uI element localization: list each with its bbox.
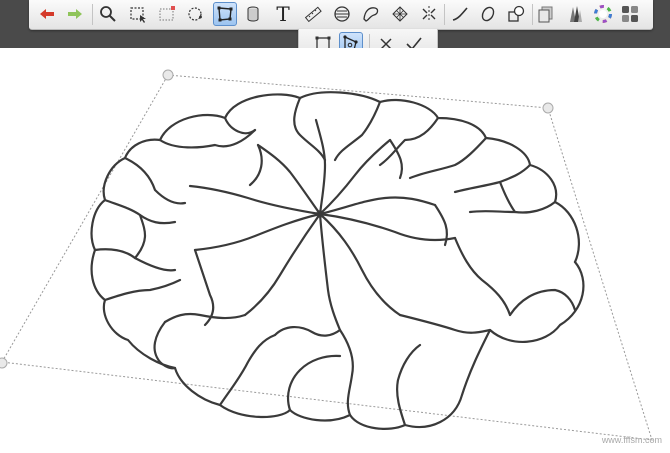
brushes-button[interactable] [563,2,587,26]
french-curve-icon [363,7,379,22]
stroke-button[interactable] [448,2,472,26]
layers-button[interactable] [534,2,558,26]
layers-icon [538,6,553,23]
undo-icon [40,9,54,19]
undo-button[interactable] [35,2,59,26]
perspective-grid-button[interactable] [388,2,412,26]
color-wheel-icon [594,5,612,23]
layers-shape-icon [508,5,525,22]
transform-bounds [1,74,653,441]
toolbar-divider [532,4,533,25]
color-wheel-button[interactable] [591,2,615,26]
redo-icon [68,9,82,19]
brain-strokes [90,91,585,430]
brushes-icon [570,6,582,22]
cylinder-icon [247,6,259,22]
lasso-move-button[interactable] [184,2,208,26]
french-curve-button[interactable] [359,2,383,26]
crop-icon [159,6,175,21]
transform-button[interactable] [213,2,237,26]
swatches-icon [622,6,638,22]
symmetry-icon [422,6,436,22]
text-button[interactable]: T [271,2,295,26]
drawing-canvas[interactable]: www.fffsm.com [0,48,670,453]
lasso-move-icon [188,7,202,21]
stroke-icon [452,7,468,21]
zoom-icon [100,6,116,22]
ruler-icon [304,6,322,23]
swatches-button[interactable] [618,2,642,26]
selection-icon [130,7,146,23]
brain-sketch [0,69,653,441]
redo-button[interactable] [63,2,87,26]
selection-button[interactable] [126,2,150,26]
ellipse-guide-button[interactable] [330,2,354,26]
transform-icon [217,6,233,22]
transform-handle [0,357,8,369]
ellipse-guide-icon [334,6,350,22]
text-icon: T [276,2,290,26]
main-toolbar: T [29,0,653,30]
symmetry-button[interactable] [417,2,441,26]
transform-handle [542,102,554,114]
transform-handle [162,69,174,81]
cylinder-button[interactable] [241,2,265,26]
perspective-grid-icon [392,6,408,22]
shape-icon [481,6,495,22]
toolbar-divider [444,4,445,25]
shape-button[interactable] [476,2,500,26]
zoom-button[interactable] [96,2,120,26]
ruler-button[interactable] [301,2,325,26]
toolbar-divider [92,4,93,25]
watermark: www.fffsm.com [601,435,662,445]
crop-button[interactable] [155,2,179,26]
layers-shape-button[interactable] [504,2,528,26]
